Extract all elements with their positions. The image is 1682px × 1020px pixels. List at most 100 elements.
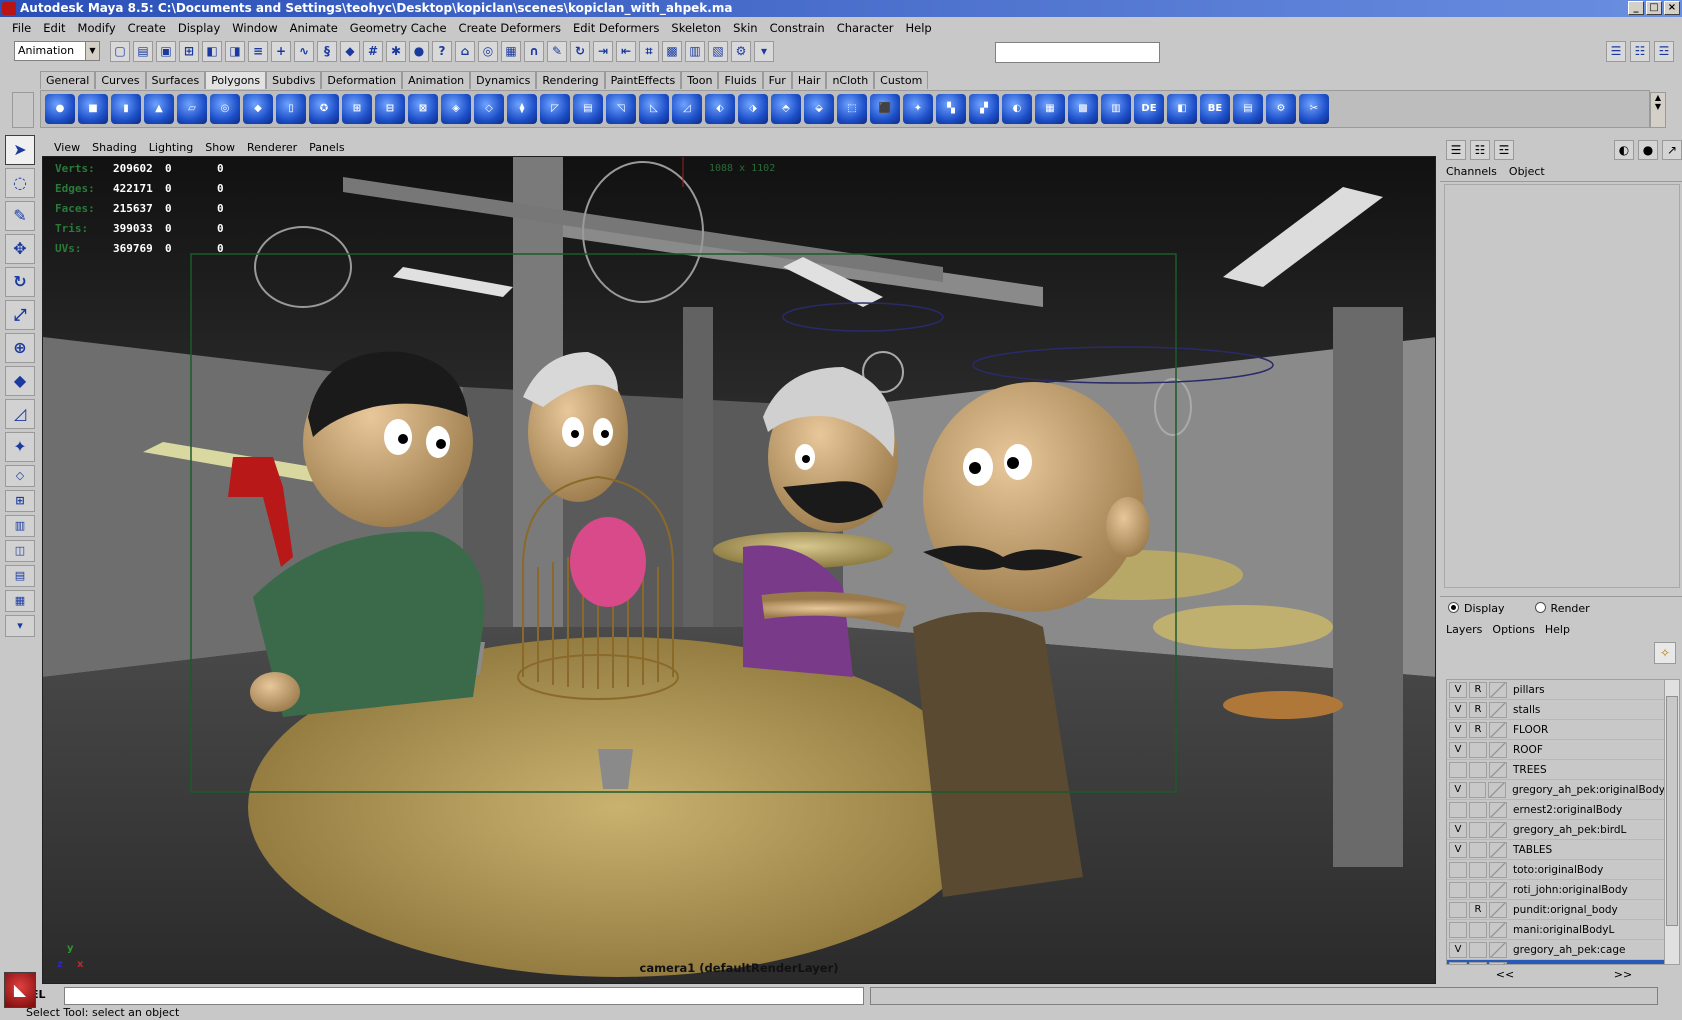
layer-display-type-toggle[interactable] [1469,801,1487,818]
layer-row[interactable]: toto:originalBody [1447,860,1665,880]
color-icon[interactable]: ◐ [1614,140,1634,160]
pick-icon[interactable]: ↗ [1662,140,1682,160]
layer-display-type-toggle[interactable]: R [1469,701,1487,718]
ipr-render-icon[interactable]: ▧ [708,41,728,62]
poly-sphere-icon[interactable]: ● [45,94,75,124]
open-scene-icon[interactable]: ▤ [133,41,153,62]
poly-cylinder-icon[interactable]: ▮ [111,94,141,124]
layer-display-type-toggle[interactable]: R [1469,681,1487,698]
layer-visibility-toggle[interactable]: V [1449,781,1467,798]
last-tool-icon[interactable]: ✦ [5,432,35,462]
boolean-icon[interactable]: ◇ [474,94,504,124]
layer-visibility-toggle[interactable] [1449,881,1467,898]
uv-relax-icon[interactable]: ⚙ [1266,94,1296,124]
construction-history-icon[interactable]: ⌗ [639,41,659,62]
layer-list-scrollbar[interactable] [1664,679,1680,965]
layer-color-swatch[interactable] [1489,841,1507,858]
history-icon[interactable]: # [363,41,383,62]
append-polygon-icon[interactable]: ⬚ [837,94,867,124]
create-new-layer-icon[interactable]: ✧ [1654,642,1676,664]
scale-tool-icon[interactable]: ⤢ [5,300,35,330]
layer-display-type-toggle[interactable] [1469,881,1487,898]
layer-display-type-toggle[interactable] [1469,841,1487,858]
command-input[interactable] [64,987,864,1005]
shelf-tab-rendering[interactable]: Rendering [536,71,605,89]
layer-color-swatch[interactable] [1489,701,1507,718]
lasso-tool-icon[interactable]: ◌ [5,168,35,198]
ipr-icon[interactable]: ● [409,41,429,62]
panel-menu-show[interactable]: Show [199,141,241,154]
layer-visibility-toggle[interactable]: V [1449,681,1467,698]
layer-row[interactable]: Vgregory_ah_pek:birdL [1447,820,1665,840]
select-object-icon[interactable]: ◧ [202,41,222,62]
menu-skeleton[interactable]: Skeleton [665,21,727,35]
layer-color-swatch[interactable] [1489,921,1507,938]
render-current-icon[interactable]: ▥ [685,41,705,62]
snap-point-icon[interactable]: § [317,41,337,62]
poke-icon[interactable]: ⬖ [705,94,735,124]
layer-display-type-toggle[interactable]: R [1469,901,1487,918]
universal-manipulator-icon[interactable]: ⊕ [5,333,35,363]
shelf-tab-painteffects[interactable]: PaintEffects [604,71,682,89]
perspective-graph-layout-icon[interactable]: ◫ [5,540,35,562]
uv-align-icon[interactable]: ▤ [1233,94,1263,124]
layer-color-swatch[interactable] [1489,961,1507,964]
layer-visibility-toggle[interactable] [1449,761,1467,778]
layer-display-type-toggle[interactable] [1469,941,1487,958]
layer-display-type-toggle[interactable] [1469,921,1487,938]
quick-select-icon[interactable]: ▾ [754,41,774,62]
menu-edit-deformers[interactable]: Edit Deformers [567,21,665,35]
select-component-icon[interactable]: ◨ [225,41,245,62]
layer-color-swatch[interactable] [1489,681,1507,698]
shelf-tab-custom[interactable]: Custom [874,71,929,89]
cut-faces-icon[interactable]: ⬛ [870,94,900,124]
render-icon[interactable]: ✱ [386,41,406,62]
attribute-editor-toggle-icon[interactable]: ☰ [1606,41,1626,62]
paint-select-tool-icon[interactable]: ✎ [5,201,35,231]
wedge-icon[interactable]: ◿ [672,94,702,124]
layer-visibility-toggle[interactable]: V [1449,741,1467,758]
hypershade-layout-icon[interactable]: ▤ [5,565,35,587]
menu-skin[interactable]: Skin [727,21,763,35]
shelf-tab-hair[interactable]: Hair [791,71,827,89]
layer-menu-options[interactable]: Options [1492,623,1534,636]
layer-visibility-toggle[interactable]: V [1449,841,1467,858]
menu-constrain[interactable]: Constrain [764,21,831,35]
snap-grid-icon[interactable]: + [271,41,291,62]
close-button[interactable]: × [1664,1,1680,15]
planar-mapping-icon[interactable]: ✦ [903,94,933,124]
mirror-geometry-icon[interactable]: ⧫ [507,94,537,124]
layer-row[interactable]: ernest2:originalBody [1447,800,1665,820]
layer-visibility-toggle[interactable] [1449,801,1467,818]
channel-box-toggle-icon[interactable]: ☲ [1654,41,1674,62]
layer-color-swatch[interactable] [1488,781,1507,798]
output-icon[interactable]: ⇤ [616,41,636,62]
menu-edit[interactable]: Edit [37,21,71,35]
poly-soccer-ball-icon[interactable]: ✪ [309,94,339,124]
extrude-icon[interactable]: ▤ [573,94,603,124]
layer-display-type-toggle[interactable] [1469,821,1487,838]
panel-menu-panels[interactable]: Panels [303,141,350,154]
menu-window[interactable]: Window [226,21,283,35]
be-icon[interactable]: BE [1200,94,1230,124]
menu-create[interactable]: Create [122,21,172,35]
auto-mapping-icon[interactable]: ▞ [969,94,999,124]
menu-display[interactable]: Display [172,21,226,35]
layer-menu-help[interactable]: Help [1545,623,1570,636]
mask-icon[interactable]: ≡ [248,41,268,62]
minimize-button[interactable]: _ [1628,1,1644,15]
shelf-tab-general[interactable]: General [40,71,96,89]
shelf-tab-fluids[interactable]: Fluids [718,71,763,89]
poly-pipe-icon[interactable]: ▯ [276,94,306,124]
render-settings-icon[interactable]: ⚙ [731,41,751,62]
shelf-tab-toon[interactable]: Toon [681,71,719,89]
shelf-tab-fur[interactable]: Fur [762,71,792,89]
layer-row[interactable]: V Rstalls [1447,700,1665,720]
channel-box-menu-object[interactable]: Object [1509,165,1545,178]
lock-icon[interactable]: ⌂ [455,41,475,62]
menu-animate[interactable]: Animate [284,21,344,35]
channel-layer-icon[interactable]: ☲ [1494,140,1514,160]
select-hierarchy-icon[interactable]: ⊞ [179,41,199,62]
channel-box-menu-channels[interactable]: Channels [1446,165,1497,178]
checker-uv-icon[interactable]: ▚ [936,94,966,124]
